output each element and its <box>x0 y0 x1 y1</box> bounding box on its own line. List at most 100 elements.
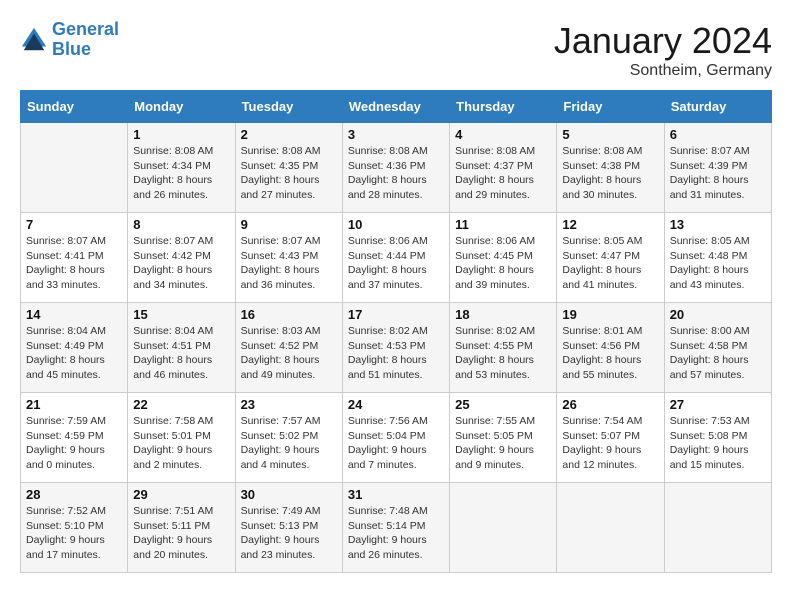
day-header-wednesday: Wednesday <box>342 91 449 123</box>
day-number: 11 <box>455 217 551 232</box>
calendar-cell: 7 Sunrise: 8:07 AMSunset: 4:41 PMDaylight… <box>21 213 128 303</box>
day-number: 7 <box>26 217 122 232</box>
calendar-cell: 29 Sunrise: 7:51 AMSunset: 5:11 PMDayligh… <box>128 483 235 573</box>
day-header-tuesday: Tuesday <box>235 91 342 123</box>
day-number: 15 <box>133 307 229 322</box>
day-info: Sunrise: 8:07 AMSunset: 4:39 PMDaylight:… <box>670 144 766 203</box>
calendar-cell: 21 Sunrise: 7:59 AMSunset: 4:59 PMDayligh… <box>21 393 128 483</box>
day-info: Sunrise: 8:08 AMSunset: 4:37 PMDaylight:… <box>455 144 551 203</box>
day-number: 27 <box>670 397 766 412</box>
day-info: Sunrise: 8:03 AMSunset: 4:52 PMDaylight:… <box>241 324 337 383</box>
calendar-cell: 9Sunrise: 8:07 AMSunset: 4:43 PMDaylight… <box>235 213 342 303</box>
week-row-5: 28 Sunrise: 7:52 AMSunset: 5:10 PMDayligh… <box>21 483 772 573</box>
month-title: January 2024 <box>554 20 772 62</box>
day-number: 13 <box>670 217 766 232</box>
logo-icon <box>20 26 48 54</box>
day-info: Sunrise: 8:08 AMSunset: 4:35 PMDaylight:… <box>241 144 337 203</box>
calendar-cell: 8Sunrise: 8:07 AMSunset: 4:42 PMDaylight… <box>128 213 235 303</box>
calendar-cell: 13Sunrise: 8:05 AMSunset: 4:48 PMDayligh… <box>664 213 771 303</box>
calendar-cell: 31 Sunrise: 7:48 AMSunset: 5:14 PMDayligh… <box>342 483 449 573</box>
day-number: 2 <box>241 127 337 142</box>
calendar-cell <box>557 483 664 573</box>
day-info: Sunrise: 8:05 AMSunset: 4:47 PMDaylight:… <box>562 234 658 293</box>
calendar-cell: 26 Sunrise: 7:54 AMSunset: 5:07 PMDayligh… <box>557 393 664 483</box>
day-number: 31 <box>348 487 444 502</box>
day-info: Sunrise: 7:53 AMSunset: 5:08 PMDaylight:… <box>670 414 766 473</box>
week-row-2: 7 Sunrise: 8:07 AMSunset: 4:41 PMDaylight… <box>21 213 772 303</box>
day-number: 19 <box>562 307 658 322</box>
location: Sontheim, Germany <box>554 62 772 80</box>
week-row-1: 1 Sunrise: 8:08 AMSunset: 4:34 PMDaylight… <box>21 123 772 213</box>
day-info: Sunrise: 7:58 AMSunset: 5:01 PMDaylight:… <box>133 414 229 473</box>
calendar-cell: 19 Sunrise: 8:01 AMSunset: 4:56 PMDayligh… <box>557 303 664 393</box>
calendar-cell: 20Sunrise: 8:00 AMSunset: 4:58 PMDayligh… <box>664 303 771 393</box>
calendar-cell: 27 Sunrise: 7:53 AMSunset: 5:08 PMDayligh… <box>664 393 771 483</box>
day-header-friday: Friday <box>557 91 664 123</box>
calendar-cell: 23Sunrise: 7:57 AMSunset: 5:02 PMDayligh… <box>235 393 342 483</box>
day-number: 21 <box>26 397 122 412</box>
day-info: Sunrise: 8:07 AMSunset: 4:41 PMDaylight:… <box>26 234 122 293</box>
days-header-row: SundayMondayTuesdayWednesdayThursdayFrid… <box>21 91 772 123</box>
calendar-cell: 14 Sunrise: 8:04 AMSunset: 4:49 PMDayligh… <box>21 303 128 393</box>
calendar-cell: 5 Sunrise: 8:08 AMSunset: 4:38 PMDaylight… <box>557 123 664 213</box>
day-number: 25 <box>455 397 551 412</box>
calendar-cell: 22 Sunrise: 7:58 AMSunset: 5:01 PMDayligh… <box>128 393 235 483</box>
calendar-table: SundayMondayTuesdayWednesdayThursdayFrid… <box>20 90 772 573</box>
day-info: Sunrise: 8:08 AMSunset: 4:38 PMDaylight:… <box>562 144 658 203</box>
day-info: Sunrise: 8:07 AMSunset: 4:42 PMDaylight:… <box>133 234 229 293</box>
day-number: 29 <box>133 487 229 502</box>
day-number: 16 <box>241 307 337 322</box>
week-row-4: 21 Sunrise: 7:59 AMSunset: 4:59 PMDayligh… <box>21 393 772 483</box>
calendar-cell: 28 Sunrise: 7:52 AMSunset: 5:10 PMDayligh… <box>21 483 128 573</box>
logo-text: General Blue <box>52 20 119 60</box>
day-info: Sunrise: 8:02 AMSunset: 4:53 PMDaylight:… <box>348 324 444 383</box>
calendar-cell: 10 Sunrise: 8:06 AMSunset: 4:44 PMDayligh… <box>342 213 449 303</box>
day-number: 28 <box>26 487 122 502</box>
calendar-cell: 12 Sunrise: 8:05 AMSunset: 4:47 PMDayligh… <box>557 213 664 303</box>
day-header-saturday: Saturday <box>664 91 771 123</box>
day-header-sunday: Sunday <box>21 91 128 123</box>
day-number: 1 <box>133 127 229 142</box>
calendar-cell: 15 Sunrise: 8:04 AMSunset: 4:51 PMDayligh… <box>128 303 235 393</box>
day-number: 3 <box>348 127 444 142</box>
day-number: 22 <box>133 397 229 412</box>
calendar-cell: 18Sunrise: 8:02 AMSunset: 4:55 PMDayligh… <box>450 303 557 393</box>
day-number: 14 <box>26 307 122 322</box>
logo: General Blue <box>20 20 119 60</box>
calendar-cell: 16 Sunrise: 8:03 AMSunset: 4:52 PMDayligh… <box>235 303 342 393</box>
calendar-cell: 2 Sunrise: 8:08 AMSunset: 4:35 PMDaylight… <box>235 123 342 213</box>
day-info: Sunrise: 8:06 AMSunset: 4:45 PMDaylight:… <box>455 234 551 293</box>
calendar-cell: 17 Sunrise: 8:02 AMSunset: 4:53 PMDayligh… <box>342 303 449 393</box>
day-number: 30 <box>241 487 337 502</box>
day-number: 4 <box>455 127 551 142</box>
day-number: 24 <box>348 397 444 412</box>
day-info: Sunrise: 8:08 AMSunset: 4:36 PMDaylight:… <box>348 144 444 203</box>
day-info: Sunrise: 8:04 AMSunset: 4:49 PMDaylight:… <box>26 324 122 383</box>
day-number: 26 <box>562 397 658 412</box>
day-info: Sunrise: 7:48 AMSunset: 5:14 PMDaylight:… <box>348 504 444 563</box>
calendar-cell: 30Sunrise: 7:49 AMSunset: 5:13 PMDayligh… <box>235 483 342 573</box>
day-number: 23 <box>241 397 337 412</box>
day-info: Sunrise: 8:08 AMSunset: 4:34 PMDaylight:… <box>133 144 229 203</box>
calendar-cell: 11 Sunrise: 8:06 AMSunset: 4:45 PMDayligh… <box>450 213 557 303</box>
calendar-cell: 6Sunrise: 8:07 AMSunset: 4:39 PMDaylight… <box>664 123 771 213</box>
day-info: Sunrise: 8:01 AMSunset: 4:56 PMDaylight:… <box>562 324 658 383</box>
day-info: Sunrise: 7:54 AMSunset: 5:07 PMDaylight:… <box>562 414 658 473</box>
calendar-cell: 25Sunrise: 7:55 AMSunset: 5:05 PMDayligh… <box>450 393 557 483</box>
day-number: 12 <box>562 217 658 232</box>
day-number: 10 <box>348 217 444 232</box>
calendar-cell: 1 Sunrise: 8:08 AMSunset: 4:34 PMDaylight… <box>128 123 235 213</box>
day-header-monday: Monday <box>128 91 235 123</box>
day-info: Sunrise: 7:59 AMSunset: 4:59 PMDaylight:… <box>26 414 122 473</box>
week-row-3: 14 Sunrise: 8:04 AMSunset: 4:49 PMDayligh… <box>21 303 772 393</box>
day-number: 17 <box>348 307 444 322</box>
day-number: 20 <box>670 307 766 322</box>
calendar-cell: 4 Sunrise: 8:08 AMSunset: 4:37 PMDaylight… <box>450 123 557 213</box>
day-info: Sunrise: 8:04 AMSunset: 4:51 PMDaylight:… <box>133 324 229 383</box>
day-info: Sunrise: 8:06 AMSunset: 4:44 PMDaylight:… <box>348 234 444 293</box>
day-number: 9 <box>241 217 337 232</box>
day-info: Sunrise: 7:51 AMSunset: 5:11 PMDaylight:… <box>133 504 229 563</box>
day-number: 5 <box>562 127 658 142</box>
calendar-cell <box>21 123 128 213</box>
day-info: Sunrise: 7:52 AMSunset: 5:10 PMDaylight:… <box>26 504 122 563</box>
